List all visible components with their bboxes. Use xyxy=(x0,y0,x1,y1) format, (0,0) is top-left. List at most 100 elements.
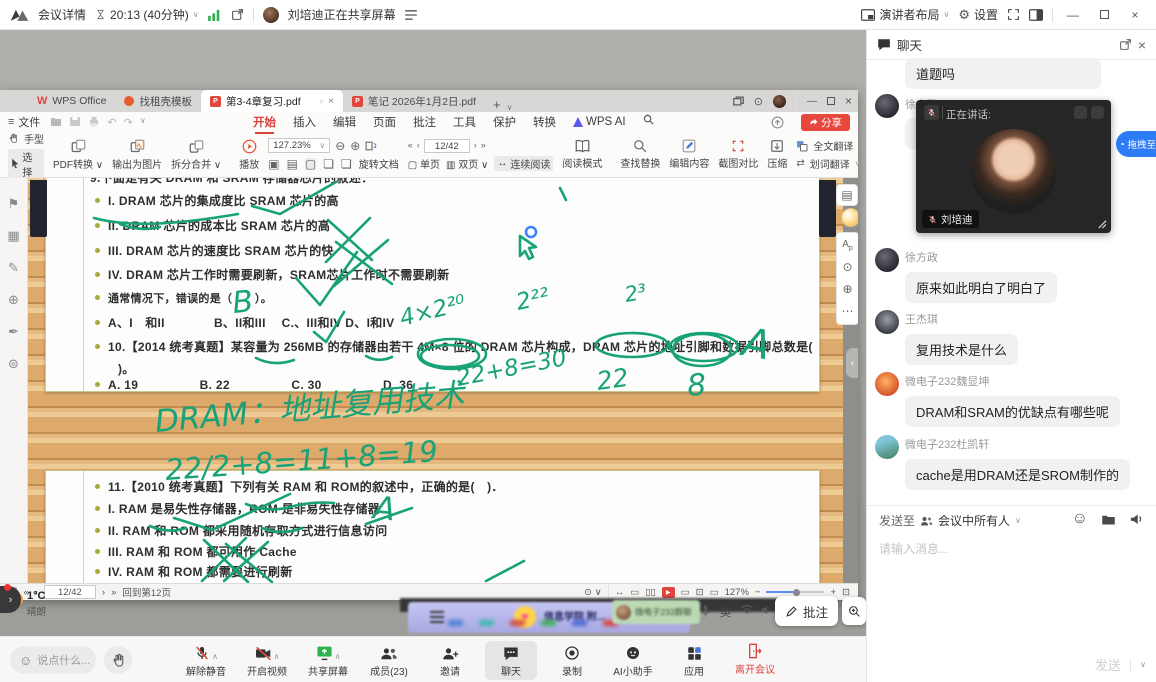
thumbnail-icon[interactable]: ▦ xyxy=(7,228,19,244)
share-list-icon[interactable] xyxy=(405,10,417,20)
send-button[interactable]: 发送|∨ xyxy=(1095,655,1146,674)
bookmark-icon[interactable]: ⚑ xyxy=(8,196,20,212)
zoom-input[interactable]: 127.23%∨ xyxy=(268,138,330,153)
popout-icon[interactable] xyxy=(1119,38,1132,51)
zoom-in-icon[interactable]: ⊕ xyxy=(350,140,360,152)
play-button[interactable]: 播放 xyxy=(239,139,259,171)
pdf-document-area[interactable]: ⚑ ▦ ✎ ⊕ ✒ ⊜ 9.下面是有关 DRAM 和 SRAM 存储器芯片的叙述… xyxy=(0,178,858,583)
fit-width-icon[interactable]: ▤ xyxy=(287,158,298,170)
send-file-icon[interactable] xyxy=(1101,513,1116,526)
first-page-icon[interactable]: « xyxy=(408,141,413,150)
quickbar-caret-icon[interactable]: ∨ xyxy=(140,116,146,129)
leave-meeting-button[interactable]: 离开会议 xyxy=(726,643,784,676)
next-page-icon[interactable]: › xyxy=(474,141,477,150)
hand-tool-button[interactable]: 手型 xyxy=(8,131,44,146)
prev-page-icon[interactable]: ‹ xyxy=(417,141,420,150)
rotate-right-icon[interactable]: ❏ xyxy=(341,158,352,170)
page-number-input[interactable]: 12/42 xyxy=(424,139,470,153)
share-options-caret[interactable]: ∧ xyxy=(335,652,341,661)
tray-speaker-icon[interactable] xyxy=(760,604,772,616)
fit-width-button[interactable]: ⊡ xyxy=(696,587,704,598)
actual-size-icon[interactable]: ▢ xyxy=(305,158,316,170)
zoom-float-button[interactable]: ⊕ xyxy=(842,282,852,296)
signature-icon[interactable]: ✒ xyxy=(8,324,19,340)
menu-page[interactable]: 页面 xyxy=(373,114,396,130)
announce-icon[interactable] xyxy=(1129,512,1144,526)
continuous-view-button[interactable]: ↔ xyxy=(615,587,625,598)
layout-switch-button[interactable]: 演讲者布局∨ xyxy=(861,6,949,23)
side-panel-toggle-icon[interactable] xyxy=(1029,9,1043,21)
audience-selector[interactable]: 会议中所有人 xyxy=(938,512,1010,529)
fit-page-icon[interactable]: ▣ xyxy=(268,158,279,170)
wps-restore-button[interactable] xyxy=(827,97,835,105)
menu-insert[interactable]: 插入 xyxy=(293,114,316,130)
members-button[interactable]: 成员(23) xyxy=(363,641,415,680)
upload-cloud-button[interactable] xyxy=(771,116,784,129)
ai-assistant-button[interactable]: AI小助手 xyxy=(607,641,659,680)
resize-handle-icon[interactable] xyxy=(1096,218,1107,229)
screenshot-compare-button[interactable]: 截图对比 xyxy=(718,139,758,170)
redo-icon[interactable]: ↷ xyxy=(124,116,133,129)
menu-comment[interactable]: 批注 xyxy=(413,114,436,130)
multi-window-icon[interactable] xyxy=(733,96,744,106)
single-page-button[interactable]: ▢ 单页 xyxy=(408,156,440,171)
back-to-page-button[interactable]: 回到第12页 xyxy=(122,585,171,599)
double-view-button[interactable]: ▯▯ xyxy=(645,587,655,598)
word-translate-button[interactable]: ⇄划词翻译∨ xyxy=(796,156,860,171)
edit-content-button[interactable]: 编辑内容 xyxy=(669,139,709,170)
invite-button[interactable]: 邀请 xyxy=(424,641,476,680)
unmute-button[interactable]: ∧ 解除静音 xyxy=(180,641,232,680)
tab-template[interactable]: 找租壳模板 xyxy=(115,90,201,112)
wps-assistant-ball[interactable] xyxy=(841,208,858,227)
menu-tools[interactable]: 工具 xyxy=(453,114,476,130)
translate-float-button[interactable]: Ap xyxy=(842,239,853,252)
split-merge-button[interactable]: 拆分合并 ∨ xyxy=(171,139,221,171)
fullscreen-icon[interactable] xyxy=(1007,8,1020,21)
statusbar-page-input[interactable]: 12/42 xyxy=(44,585,96,599)
chat-close-icon[interactable]: × xyxy=(1138,37,1146,53)
fit-page-button[interactable]: ▭ xyxy=(681,587,690,598)
chat-notification-toast[interactable]: 微电子232群聊 xyxy=(612,600,700,624)
meeting-details-button[interactable]: 会议详情 xyxy=(38,6,86,23)
continuous-read-button[interactable]: ↔ 连续阅读 xyxy=(494,156,553,171)
meeting-annotate-button[interactable]: 批注 xyxy=(775,596,838,626)
start-video-button[interactable]: ∧ 开启视频 xyxy=(241,641,293,680)
zoom-minus-button[interactable]: − xyxy=(755,587,761,598)
quick-message-input[interactable]: ☺说点什么... xyxy=(10,646,96,674)
meeting-timer[interactable]: 20:13 (40分钟)∨ xyxy=(95,6,199,23)
send-options-caret[interactable]: ∨ xyxy=(1140,660,1146,669)
print-icon[interactable] xyxy=(88,116,100,127)
tray-mic-icon[interactable] xyxy=(700,604,711,618)
zoom-out-icon[interactable]: ⊖ xyxy=(335,140,345,152)
last-page-icon[interactable]: » xyxy=(481,141,486,150)
stamp-icon[interactable]: ⊜ xyxy=(8,356,19,372)
tab-wps-office[interactable]: WWPS Office xyxy=(28,90,115,112)
maximize-button[interactable] xyxy=(1093,6,1115,24)
attachment-icon[interactable]: ⊕ xyxy=(8,292,19,308)
next-page-button[interactable]: › xyxy=(102,587,105,598)
select-tool-button[interactable]: 选择 xyxy=(8,149,44,179)
apps-button[interactable]: 应用 xyxy=(668,641,720,680)
hidden-dock-handle[interactable]: › xyxy=(0,586,21,613)
open-folder-icon[interactable] xyxy=(50,116,62,127)
tab-close-icon[interactable]: × xyxy=(328,95,334,107)
new-tab-button[interactable]: + xyxy=(493,97,501,112)
video-options-caret[interactable]: ∧ xyxy=(274,652,280,661)
undo-icon[interactable]: ↶ xyxy=(107,116,116,129)
comment-icon[interactable]: ✎ xyxy=(8,260,19,276)
file-menu[interactable]: ≡文件 xyxy=(8,114,40,130)
fullwidth-button[interactable]: ▭ xyxy=(710,587,719,598)
wps-close-button[interactable]: × xyxy=(845,94,852,108)
menu-edit[interactable]: 编辑 xyxy=(333,114,356,130)
wps-account-avatar[interactable] xyxy=(773,95,786,108)
network-signal-icon[interactable] xyxy=(208,9,222,21)
eye-protect-button[interactable]: ⊙ ∨ xyxy=(584,587,602,598)
more-float-button[interactable]: ⋯ xyxy=(842,304,854,318)
meeting-magnifier-button[interactable] xyxy=(842,597,866,625)
chat-button[interactable]: 聊天 xyxy=(485,641,537,680)
video-window-option-icon[interactable] xyxy=(1074,106,1087,119)
rotate-doc-label[interactable]: 旋转文档 xyxy=(359,156,399,171)
compress-button[interactable]: 压缩 xyxy=(767,139,787,170)
video-window-option-icon[interactable] xyxy=(1091,106,1104,119)
zoom-slider[interactable] xyxy=(766,591,824,593)
